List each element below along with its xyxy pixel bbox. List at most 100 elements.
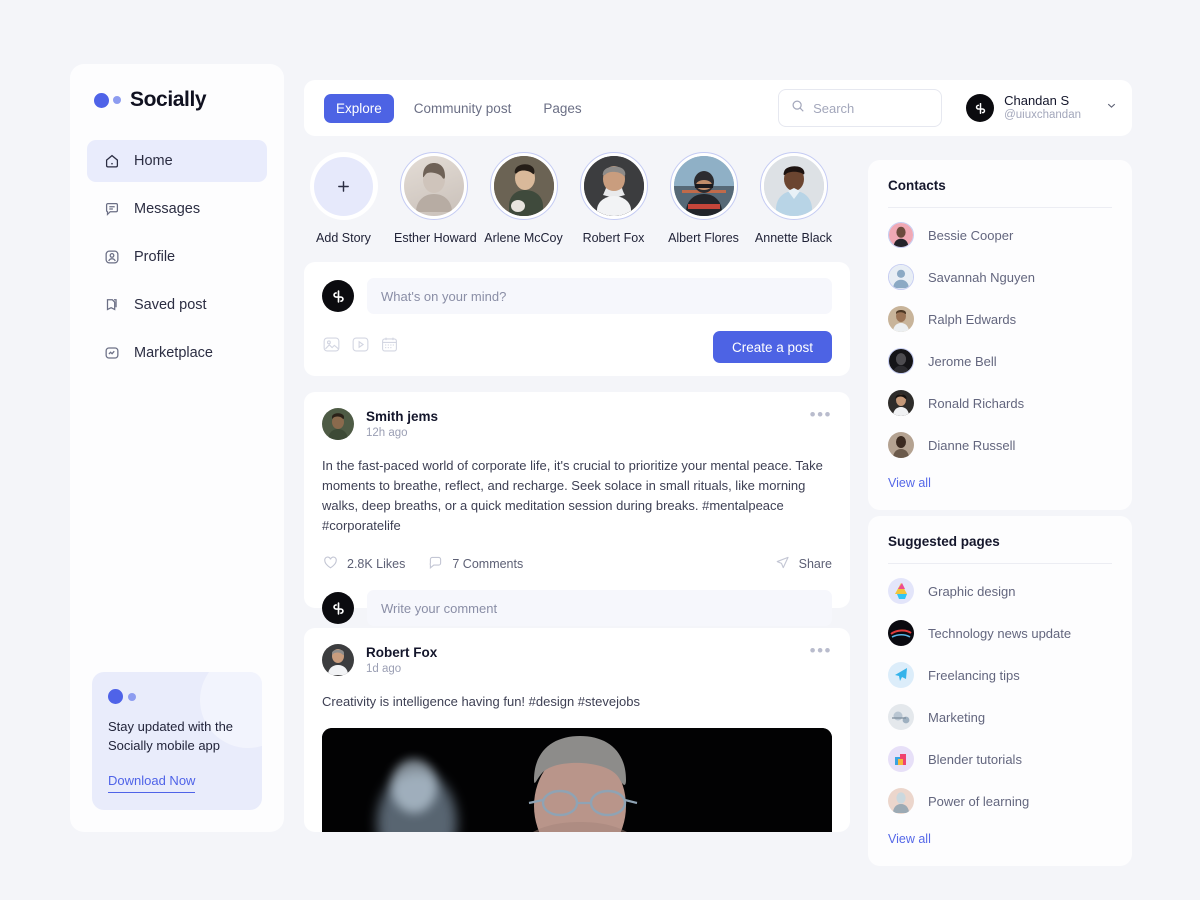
sidebar-item-home[interactable]: Home — [87, 140, 267, 182]
comment-button[interactable]: 7 Comments — [427, 554, 523, 574]
page-item[interactable]: Power of learning — [888, 780, 1112, 822]
story-item[interactable]: Annette Black — [754, 152, 833, 245]
contact-item[interactable]: Dianne Russell — [888, 424, 1112, 466]
sidebar-item-messages[interactable]: Messages — [87, 188, 267, 230]
mobile-app-promo-card: Stay updated with the Socially mobile ap… — [92, 672, 262, 810]
create-post-button[interactable]: Create a post — [712, 331, 832, 363]
contact-item[interactable]: Jerome Bell — [888, 340, 1112, 382]
contact-name: Savannah Nguyen — [928, 269, 1035, 285]
contacts-view-all-link[interactable]: View all — [888, 476, 931, 490]
story-item[interactable]: Robert Fox — [574, 152, 653, 245]
story-label: Robert Fox — [582, 231, 645, 245]
contact-item[interactable]: Savannah Nguyen — [888, 256, 1112, 298]
page-name: Graphic design — [928, 583, 1016, 599]
composer-top-row: What's on your mind? — [322, 278, 832, 314]
story-item[interactable]: Albert Flores — [664, 152, 743, 245]
sidebar: Socially Home Messages Profile Saved pos… — [70, 64, 284, 832]
post-image[interactable] — [322, 728, 832, 832]
story-item[interactable]: Esther Howard — [394, 152, 477, 245]
avatar — [888, 746, 914, 772]
logo-dots-icon — [94, 92, 121, 108]
share-icon — [774, 554, 791, 574]
logo-dots-icon — [108, 689, 246, 704]
calendar-icon[interactable] — [380, 335, 399, 359]
avatar — [322, 408, 354, 440]
composer-attachments — [322, 335, 399, 359]
contact-item[interactable]: Ralph Edwards — [888, 298, 1112, 340]
post-timestamp: 1d ago — [366, 663, 402, 675]
post-header: Robert Fox 1d ago ••• — [322, 642, 832, 676]
tab-explore[interactable]: Explore — [324, 93, 394, 123]
post-author: Smith jems — [366, 409, 439, 424]
page-name: Power of learning — [928, 793, 1030, 809]
post-options-icon[interactable]: ••• — [810, 406, 832, 423]
page-item[interactable]: Freelancing tips — [888, 654, 1112, 696]
tab-community-post[interactable]: Community post — [402, 94, 524, 123]
like-button[interactable]: 2.8K Likes — [322, 554, 405, 574]
story-avatar — [583, 156, 644, 216]
avatar — [888, 432, 914, 458]
contact-name: Jerome Bell — [928, 353, 997, 369]
divider — [888, 563, 1112, 564]
post-header: Smith jems 12h ago ••• — [322, 406, 832, 440]
post-author-block: Robert Fox 1d ago — [366, 645, 437, 675]
story-item[interactable]: Arlene McCoy — [484, 152, 563, 245]
page-item[interactable]: Graphic design — [888, 570, 1112, 612]
avatar — [888, 620, 914, 646]
brand-logo[interactable]: Socially — [70, 64, 284, 112]
sidebar-item-label: Profile — [134, 249, 176, 265]
user-menu[interactable]: Chandan S @uiuxchandan — [966, 93, 1118, 123]
heart-icon — [322, 554, 339, 574]
contact-name: Bessie Cooper — [928, 227, 1014, 243]
video-icon[interactable] — [351, 335, 370, 359]
post-text: Creativity is intelligence having fun! #… — [322, 694, 640, 709]
sidebar-item-label: Messages — [134, 201, 201, 217]
tab-pages[interactable]: Pages — [531, 94, 593, 123]
share-label: Share — [798, 557, 832, 571]
post-options-icon[interactable]: ••• — [810, 642, 832, 659]
comment-icon — [427, 554, 444, 574]
sidebar-nav: Home Messages Profile Saved post Marketp… — [70, 140, 284, 374]
post-text: In the fast-paced world of corporate lif… — [322, 458, 823, 533]
composer-input[interactable]: What's on your mind? — [367, 278, 832, 314]
post-composer: What's on your mind? Create a post — [304, 262, 850, 376]
share-button[interactable]: Share — [774, 554, 832, 574]
pages-view-all-link[interactable]: View all — [888, 832, 931, 846]
search-input[interactable] — [813, 100, 930, 116]
contact-item[interactable]: Bessie Cooper — [888, 214, 1112, 256]
story-avatar — [493, 156, 554, 216]
message-icon — [103, 200, 121, 218]
sidebar-item-marketplace[interactable]: Marketplace — [87, 332, 267, 374]
story-label: Add Story — [316, 231, 371, 245]
contacts-panel: Contacts Bessie Cooper Savannah Nguyen R… — [868, 160, 1132, 510]
search-box[interactable] — [778, 89, 943, 127]
sidebar-item-saved-post[interactable]: Saved post — [87, 284, 267, 326]
plus-icon — [314, 156, 373, 216]
chevron-down-icon[interactable] — [1105, 99, 1118, 117]
image-icon[interactable] — [322, 335, 341, 359]
user-identity: Chandan S @uiuxchandan — [1004, 93, 1081, 123]
home-icon — [103, 152, 121, 170]
page-name: Freelancing tips — [928, 667, 1020, 683]
page-item[interactable]: Blender tutorials — [888, 738, 1112, 780]
avatar — [888, 662, 914, 688]
divider — [888, 207, 1112, 208]
page-item[interactable]: Marketing — [888, 696, 1112, 738]
page-item[interactable]: Technology news update — [888, 612, 1112, 654]
sidebar-item-label: Marketplace — [134, 345, 213, 361]
like-count: 2.8K Likes — [347, 557, 406, 571]
top-navigation-bar: Explore Community post Pages Chandan S — [304, 80, 1132, 136]
brand-name: Socially — [130, 88, 207, 111]
contact-name: Ronald Richards — [928, 395, 1025, 411]
story-label: Albert Flores — [668, 231, 739, 245]
story-add[interactable]: Add Story — [304, 152, 383, 245]
avatar — [888, 264, 914, 290]
post-author-block: Smith jems 12h ago — [366, 409, 438, 439]
post-card: Robert Fox 1d ago ••• Creativity is inte… — [304, 628, 850, 832]
sidebar-item-profile[interactable]: Profile — [87, 236, 267, 278]
panel-title: Suggested pages — [888, 534, 1000, 549]
story-avatar — [403, 156, 464, 216]
download-now-link[interactable]: Download Now — [108, 773, 196, 793]
contact-item[interactable]: Ronald Richards — [888, 382, 1112, 424]
comment-input[interactable]: Write your comment — [367, 590, 832, 626]
